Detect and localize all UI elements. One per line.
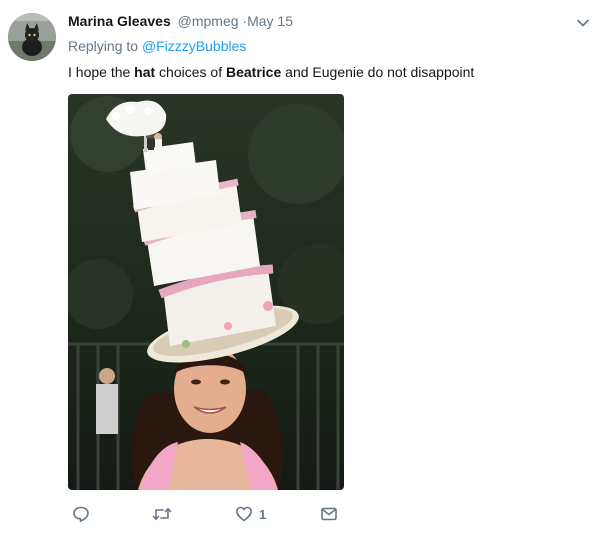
envelope-icon: [321, 507, 337, 521]
display-name[interactable]: Marina Gleaves: [68, 13, 171, 29]
like-count: 1: [259, 506, 267, 522]
tweet-text-part: I hope the: [68, 64, 135, 80]
like-button[interactable]: 1: [235, 503, 266, 525]
replying-to-label: Replying to: [68, 38, 139, 54]
tweet-actions: 1: [68, 503, 348, 525]
reply-button[interactable]: [72, 503, 90, 525]
tweet-photo[interactable]: [68, 94, 344, 490]
tweet-text-bold-beatrice: Beatrice: [226, 64, 282, 80]
tweet-date[interactable]: May 15: [247, 13, 293, 29]
user-handle[interactable]: @mpmeg: [178, 13, 239, 29]
reply-icon: [73, 506, 89, 522]
avatar[interactable]: [8, 13, 56, 61]
tweet-text-part: choices of: [155, 64, 226, 80]
tweet-text-part: and Eugenie do not disappoint: [281, 64, 475, 80]
retweet-icon: [152, 507, 172, 520]
retweet-button[interactable]: [152, 503, 172, 525]
heart-icon: [236, 506, 252, 522]
photo-woman-cake-hat: [68, 94, 344, 490]
replying-to-link[interactable]: @FizzzyBubbles: [142, 38, 246, 54]
tweet-text-bold-hat: hat: [134, 64, 156, 80]
direct-message-button[interactable]: [320, 503, 338, 525]
replying-to-line: Replying to @FizzzyBubbles: [68, 37, 246, 55]
tweet-card: Marina Gleaves @mpmeg ·May 15 Replying t…: [0, 0, 600, 534]
tweet-header: Marina Gleaves @mpmeg ·May 15: [68, 12, 293, 30]
tweet-text: I hope the hat choices of Beatrice and E…: [68, 63, 474, 81]
chevron-down-icon[interactable]: [576, 16, 590, 30]
avatar-cat-image: [8, 13, 56, 61]
